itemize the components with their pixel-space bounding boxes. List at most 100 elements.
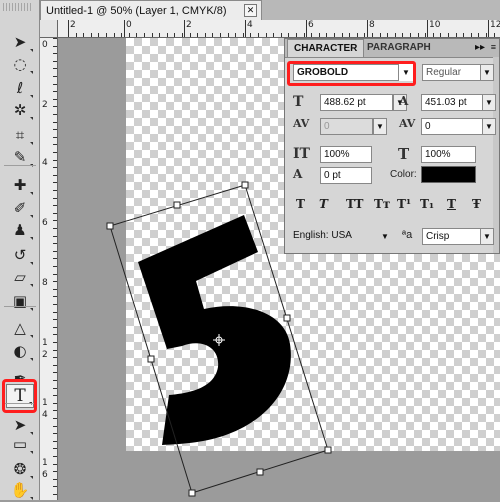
all-caps-button[interactable]: TT xyxy=(346,197,363,211)
ruler-minor-tick xyxy=(463,33,464,37)
lasso-tool-icon[interactable]: ℓ xyxy=(6,76,34,100)
hand-tool-icon[interactable]: ✋ xyxy=(6,478,34,502)
ruler-minor-tick xyxy=(364,33,365,37)
ruler-minor-tick xyxy=(53,312,57,313)
clone-stamp-tool-icon[interactable]: ♟ xyxy=(6,218,34,242)
superscript-button[interactable]: T¹ xyxy=(397,197,411,211)
ruler-minor-tick xyxy=(53,266,57,267)
close-document-icon[interactable]: ✕ xyxy=(244,4,257,17)
baseline-shift-icon: A xyxy=(293,167,303,181)
faux-italic-button[interactable]: T xyxy=(319,197,328,211)
leading-dropdown-icon[interactable]: ▼ xyxy=(482,94,496,111)
transform-handle[interactable] xyxy=(241,181,249,189)
antialias-dropdown-icon[interactable]: ▼ xyxy=(480,228,494,245)
transform-handle[interactable] xyxy=(188,489,196,497)
horizontal-ruler[interactable]: 2 0 2 4 6 8 10 12 xyxy=(58,20,500,38)
ruler-minor-tick xyxy=(478,33,479,37)
transform-handle[interactable] xyxy=(173,201,181,209)
ruler-number: 1 xyxy=(42,458,48,468)
ruler-minor-tick xyxy=(53,258,57,259)
ruler-number: 1 xyxy=(42,398,48,408)
ruler-minor-tick xyxy=(53,281,57,282)
ruler-minor-tick xyxy=(212,33,213,37)
marquee-tool-icon[interactable]: ◌ xyxy=(6,52,34,76)
dodge-tool-icon[interactable]: ◐ xyxy=(6,339,34,363)
ruler-minor-tick xyxy=(190,33,191,37)
ruler-minor-tick xyxy=(53,53,57,54)
ruler-minor-tick xyxy=(53,175,57,176)
ruler-minor-tick xyxy=(182,33,183,37)
ruler-minor-tick xyxy=(197,33,198,37)
ruler-minor-tick xyxy=(319,33,320,37)
font-size-field[interactable]: 488.62 pt xyxy=(320,94,393,111)
vertical-scale-field[interactable]: 100% xyxy=(320,146,372,163)
ruler-number: 1 xyxy=(42,338,48,348)
language-dropdown-icon[interactable]: ▼ xyxy=(378,228,392,245)
tracking-dropdown-icon[interactable]: ▼ xyxy=(482,118,496,135)
healing-brush-tool-icon[interactable]: ✚ xyxy=(6,173,34,197)
ruler-minor-tick xyxy=(235,33,236,37)
ruler-minor-tick xyxy=(53,129,57,130)
ruler-minor-tick xyxy=(53,486,57,487)
tracking-field[interactable]: 0 xyxy=(421,118,483,135)
ruler-major-tick xyxy=(427,20,428,37)
underline-button[interactable]: T xyxy=(447,197,456,211)
ruler-number: 8 xyxy=(369,20,375,30)
language-select[interactable]: English: USA xyxy=(290,228,390,245)
font-style-select[interactable]: Regular xyxy=(422,64,482,81)
ruler-origin[interactable] xyxy=(40,20,58,38)
transform-handle[interactable] xyxy=(106,222,114,230)
faux-bold-button[interactable]: T xyxy=(296,197,305,211)
kerning-field[interactable]: 0 xyxy=(320,118,373,135)
ruler-number: 2 xyxy=(42,350,48,360)
leading-field[interactable]: 451.03 pt xyxy=(421,94,483,111)
tab-character[interactable]: CHARACTER xyxy=(287,39,365,57)
ruler-minor-tick xyxy=(53,342,57,343)
transform-handle[interactable] xyxy=(324,446,332,454)
panel-menu-icon[interactable]: ▸▸ xyxy=(475,42,485,53)
ruler-minor-tick xyxy=(98,33,99,37)
ruler-minor-tick xyxy=(266,33,267,37)
kerning-dropdown-icon[interactable]: ▼ xyxy=(373,118,387,135)
document-tab[interactable]: Untitled-1 @ 50% (Layer 1, CMYK/8) ✕ xyxy=(40,0,262,20)
tab-paragraph[interactable]: PARAGRAPH xyxy=(361,39,437,57)
shape-tool-icon[interactable]: ▭ xyxy=(6,432,34,456)
ruler-minor-tick xyxy=(372,33,373,37)
subscript-button[interactable]: T₁ xyxy=(420,197,434,211)
transform-handle[interactable] xyxy=(283,314,291,322)
panel-options-icon[interactable]: ≡ xyxy=(491,42,496,52)
ruler-minor-tick xyxy=(228,33,229,37)
small-caps-button[interactable]: Tт xyxy=(374,197,390,211)
ruler-minor-tick xyxy=(83,33,84,37)
magic-wand-tool-icon[interactable]: ✲ xyxy=(6,98,34,122)
ruler-number: 4 xyxy=(247,20,253,30)
ruler-minor-tick xyxy=(433,33,434,37)
ruler-minor-tick xyxy=(136,33,137,37)
text-color-swatch[interactable] xyxy=(421,166,476,183)
ruler-minor-tick xyxy=(53,380,57,381)
horizontal-scale-field[interactable]: 100% xyxy=(421,146,476,163)
ruler-minor-tick xyxy=(357,33,358,37)
ruler-minor-tick xyxy=(53,46,57,47)
eraser-tool-icon[interactable]: ▱ xyxy=(6,265,34,289)
ruler-minor-tick xyxy=(53,167,57,168)
antialias-select[interactable]: Crisp xyxy=(422,228,482,245)
blur-tool-icon[interactable]: △ xyxy=(6,316,34,340)
font-style-dropdown-icon[interactable]: ▼ xyxy=(480,64,494,81)
strikethrough-button[interactable]: Ŧ xyxy=(472,197,481,211)
ruler-minor-tick xyxy=(418,33,419,37)
brush-tool-icon[interactable]: ✐ xyxy=(6,196,34,220)
toolbox-separator xyxy=(4,165,36,166)
crop-tool-icon[interactable]: ⌗ xyxy=(6,123,34,147)
transform-handle[interactable] xyxy=(147,355,155,363)
baseline-shift-field[interactable]: 0 pt xyxy=(320,167,372,184)
transform-handle[interactable] xyxy=(256,468,264,476)
ruler-minor-tick xyxy=(121,33,122,37)
toolbox-grip[interactable] xyxy=(3,3,33,11)
history-brush-tool-icon[interactable]: ↺ xyxy=(6,243,34,267)
move-tool-icon[interactable]: ➤ xyxy=(6,30,34,54)
vertical-ruler[interactable]: 0 2 4 6 8 1 2 1 4 1 6 xyxy=(40,38,58,500)
gradient-tool-icon[interactable]: ▣ xyxy=(6,289,34,313)
ruler-minor-tick xyxy=(53,99,57,100)
ruler-minor-tick xyxy=(53,471,57,472)
